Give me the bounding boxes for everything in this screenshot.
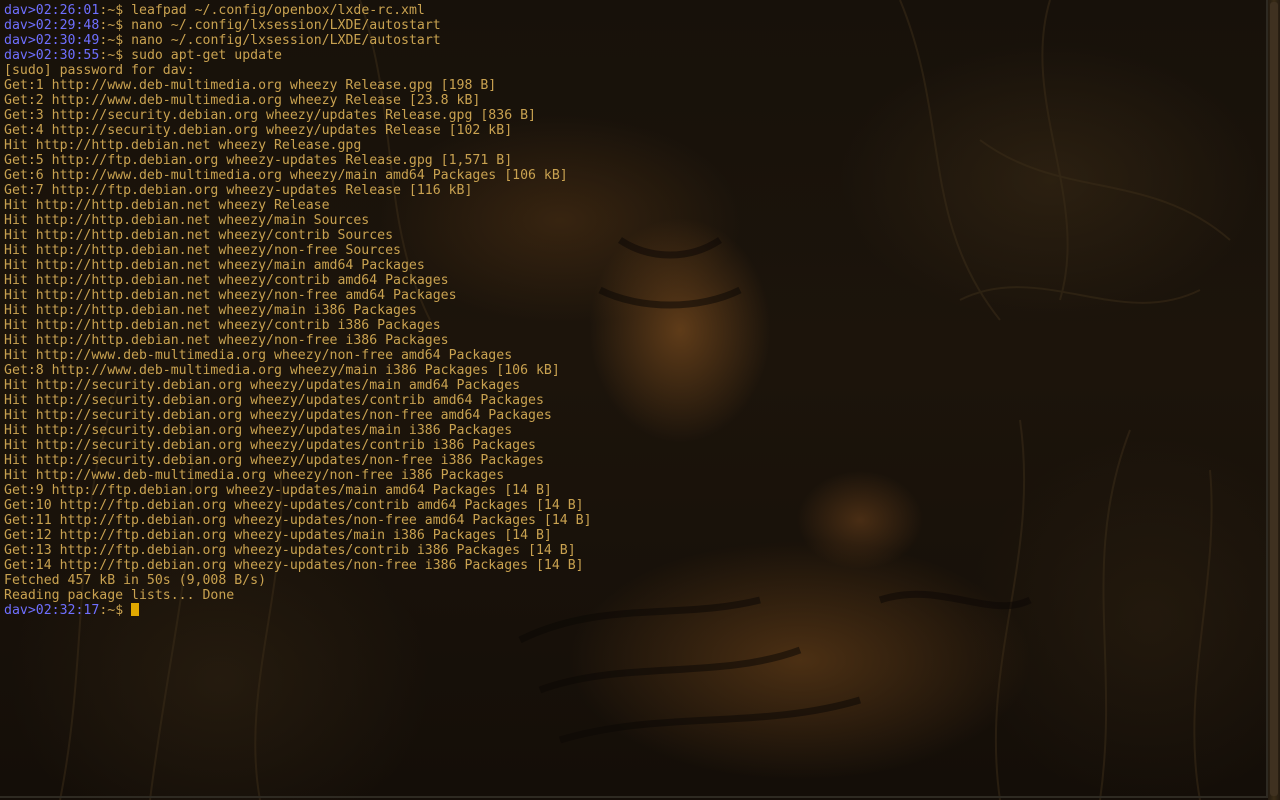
output-line: [sudo] password for dav:: [4, 63, 195, 78]
prompt-separator: >: [27, 3, 36, 18]
terminal-scrollbar[interactable]: [1268, 0, 1280, 800]
output-line: Get:9 http://ftp.debian.org wheezy-updat…: [4, 483, 552, 498]
prompt-line: dav>02:26:01:~$ leafpad ~/.config/openbo…: [4, 3, 592, 18]
command-text: nano ~/.config/lxsession/LXDE/autostart: [131, 33, 441, 48]
output-line: Hit http://security.debian.org wheezy/up…: [4, 378, 521, 393]
output-line: Get:12 http://ftp.debian.org wheezy-upda…: [4, 528, 552, 543]
current-prompt-line: dav>02:32:17:~$: [4, 603, 592, 618]
prompt-separator: >: [27, 48, 36, 63]
output-line: Hit http://http.debian.net wheezy Releas…: [4, 198, 330, 213]
prompt-time: 02:32:17: [35, 603, 100, 618]
output-line: Get:7 http://ftp.debian.org wheezy-updat…: [4, 183, 473, 198]
command-text: sudo apt-get update: [131, 48, 282, 63]
output-line: Hit http://http.debian.net wheezy/non-fr…: [4, 288, 457, 303]
prompt-path: :~$: [99, 603, 132, 618]
output-line: Fetched 457 kB in 50s (9,008 B/s): [4, 573, 267, 588]
prompt-time: 02:30:55: [35, 48, 100, 63]
prompt-separator: >: [27, 33, 36, 48]
output-line: Get:6 http://www.deb-multimedia.org whee…: [4, 168, 568, 183]
output-line: Hit http://http.debian.net wheezy/contri…: [4, 228, 394, 243]
output-line: Hit http://security.debian.org wheezy/up…: [4, 453, 544, 468]
prompt-line: dav>02:29:48:~$ nano ~/.config/lxsession…: [4, 18, 592, 33]
command-text: leafpad ~/.config/openbox/lxde-rc.xml: [131, 3, 425, 18]
prompt-user: dav: [4, 48, 28, 63]
output-line: Get:1 http://www.deb-multimedia.org whee…: [4, 78, 497, 93]
output-line: Hit http://www.deb-multimedia.org wheezy…: [4, 348, 513, 363]
output-line: Get:4 http://security.debian.org wheezy/…: [4, 123, 513, 138]
prompt-user: dav: [4, 3, 28, 18]
output-line: Get:14 http://ftp.debian.org wheezy-upda…: [4, 558, 584, 573]
prompt-separator: >: [27, 603, 36, 618]
output-line: Get:11 http://ftp.debian.org wheezy-upda…: [4, 513, 592, 528]
output-line: Get:10 http://ftp.debian.org wheezy-upda…: [4, 498, 584, 513]
prompt-user: dav: [4, 18, 28, 33]
output-line: Get:13 http://ftp.debian.org wheezy-upda…: [4, 543, 576, 558]
prompt-user: dav: [4, 33, 28, 48]
desktop: dav>02:26:01:~$ leafpad ~/.config/openbo…: [0, 0, 1280, 800]
terminal-window[interactable]: dav>02:26:01:~$ leafpad ~/.config/openbo…: [0, 0, 1268, 798]
output-line: Get:8 http://www.deb-multimedia.org whee…: [4, 363, 560, 378]
prompt-line: dav>02:30:49:~$ nano ~/.config/lxsession…: [4, 33, 592, 48]
prompt-time: 02:29:48: [35, 18, 100, 33]
prompt-path: :~$: [99, 48, 132, 63]
output-line: Hit http://security.debian.org wheezy/up…: [4, 393, 544, 408]
output-line: Hit http://http.debian.net wheezy/contri…: [4, 273, 449, 288]
prompt-path: :~$: [99, 18, 132, 33]
output-line: Hit http://http.debian.net wheezy/main i…: [4, 303, 417, 318]
prompt-separator: >: [27, 18, 36, 33]
output-line: Get:5 http://ftp.debian.org wheezy-updat…: [4, 153, 513, 168]
prompt-path: :~$: [99, 33, 132, 48]
output-line: Hit http://http.debian.net wheezy/contri…: [4, 318, 441, 333]
output-line: Hit http://security.debian.org wheezy/up…: [4, 423, 513, 438]
output-line: Hit http://http.debian.net wheezy/main a…: [4, 258, 425, 273]
output-line: Hit http://http.debian.net wheezy/main S…: [4, 213, 370, 228]
command-text: nano ~/.config/lxsession/LXDE/autostart: [131, 18, 441, 33]
prompt-user: dav: [4, 603, 28, 618]
terminal-output[interactable]: dav>02:26:01:~$ leafpad ~/.config/openbo…: [4, 3, 592, 618]
output-line: Hit http://www.deb-multimedia.org wheezy…: [4, 468, 505, 483]
output-line: Hit http://security.debian.org wheezy/up…: [4, 438, 536, 453]
output-line: Hit http://http.debian.net wheezy/non-fr…: [4, 333, 449, 348]
output-line: Get:3 http://security.debian.org wheezy/…: [4, 108, 536, 123]
prompt-line: dav>02:30:55:~$ sudo apt-get update: [4, 48, 592, 63]
prompt-time: 02:26:01: [35, 3, 100, 18]
output-line: Hit http://http.debian.net wheezy/non-fr…: [4, 243, 401, 258]
output-line: Reading package lists... Done: [4, 588, 235, 603]
output-line: Hit http://security.debian.org wheezy/up…: [4, 408, 552, 423]
output-line: Get:2 http://www.deb-multimedia.org whee…: [4, 93, 481, 108]
prompt-path: :~$: [99, 3, 132, 18]
prompt-time: 02:30:49: [35, 33, 100, 48]
scrollbar-thumb[interactable]: [1270, 2, 1278, 796]
output-line: Hit http://http.debian.net wheezy Releas…: [4, 138, 362, 153]
text-cursor[interactable]: [131, 603, 140, 616]
